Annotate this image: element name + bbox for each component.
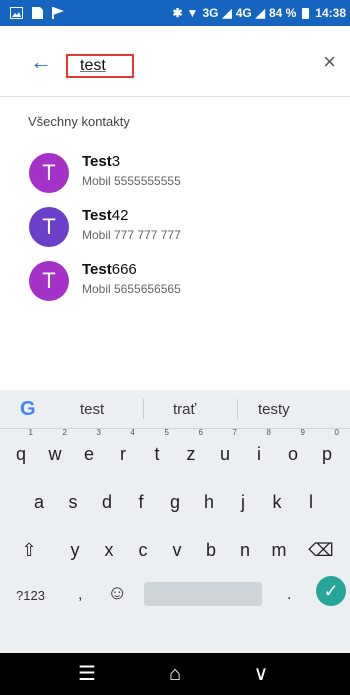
key-k[interactable]: k (262, 478, 292, 526)
contact-phone: Mobil 777 777 777 (82, 228, 181, 242)
close-icon[interactable]: × (323, 49, 336, 75)
suggestion-item[interactable]: trať (173, 401, 196, 418)
navigation-bar: ☰ ⌂ ∨ (0, 653, 350, 695)
contact-item[interactable]: T Test3 Mobil 5555555555 (0, 153, 350, 209)
keyboard-row-3: ⇧ y x c v b n m ⌫ (0, 526, 350, 574)
flag-icon (52, 7, 65, 19)
key-e[interactable]: e3 (74, 428, 104, 478)
home-icon[interactable]: ⌂ (160, 661, 190, 687)
suggestion-item[interactable]: test (80, 401, 104, 418)
clock: 14:38 (315, 6, 346, 20)
key-i[interactable]: i8 (244, 428, 274, 478)
key-n[interactable]: n (230, 526, 260, 574)
network-label: 3G (202, 6, 219, 20)
contact-item[interactable]: T Test42 Mobil 777 777 777 (0, 207, 350, 263)
bluetooth-icon: ✱ (172, 6, 183, 20)
search-bar: ← test × (0, 26, 350, 97)
comma-key[interactable]: , (78, 586, 82, 604)
enter-check-icon[interactable]: ✓ (316, 576, 346, 606)
key-d[interactable]: d (92, 478, 122, 526)
key-m[interactable]: m (264, 526, 294, 574)
image-icon (10, 7, 23, 19)
contact-item[interactable]: T Test666 Mobil 5655656565 (0, 261, 350, 317)
contact-name: Test666 (82, 261, 137, 278)
key-h[interactable]: h (194, 478, 224, 526)
sim-icon (31, 7, 44, 19)
key-v[interactable]: v (162, 526, 192, 574)
key-a[interactable]: a (24, 478, 54, 526)
key-b[interactable]: b (196, 526, 226, 574)
key-w[interactable]: w2 (40, 428, 70, 478)
divider (237, 399, 238, 419)
section-title: Všechny kontakty (28, 114, 130, 129)
key-r[interactable]: r4 (108, 428, 138, 478)
key-o[interactable]: o9 (278, 428, 308, 478)
keyboard-row-2: a s d f g h j k l (0, 478, 350, 526)
key-s[interactable]: s (58, 478, 88, 526)
divider (143, 399, 144, 419)
avatar: T (29, 207, 69, 247)
space-key[interactable] (144, 582, 262, 606)
network-label-2: 4G (235, 6, 252, 20)
google-icon[interactable]: G (20, 398, 42, 420)
key-q[interactable]: q1 (6, 428, 36, 478)
key-u[interactable]: u7 (210, 428, 240, 478)
menu-icon[interactable]: ☰ (72, 661, 102, 687)
key-f[interactable]: f (126, 478, 156, 526)
nav-back-icon[interactable]: ∨ (246, 661, 276, 687)
key-y[interactable]: y (60, 526, 90, 574)
status-bar: ✱ ▼ 3G ◢ 4G ◢ 84 % 14:38 (0, 0, 350, 26)
key-p[interactable]: p0 (312, 428, 342, 478)
contact-name: Test3 (82, 153, 121, 170)
battery-percent: 84 % (268, 6, 297, 20)
back-arrow-icon[interactable]: ← (30, 50, 54, 74)
suggestion-bar: G test trať testy (0, 390, 350, 429)
key-g[interactable]: g (160, 478, 190, 526)
avatar: T (29, 261, 69, 301)
avatar: T (29, 153, 69, 193)
key-t[interactable]: t5 (142, 428, 172, 478)
contact-phone: Mobil 5655656565 (82, 282, 181, 296)
key-x[interactable]: x (94, 526, 124, 574)
key-z[interactable]: z6 (176, 428, 206, 478)
wifi-icon: ▼ (186, 6, 199, 20)
symbols-key[interactable]: ?123 (16, 588, 45, 603)
backspace-icon[interactable]: ⌫ (306, 526, 336, 574)
key-j[interactable]: j (228, 478, 258, 526)
keyboard-row-4: ?123 , ☺ . ✓ (0, 574, 350, 618)
battery-icon (302, 7, 310, 19)
search-input[interactable]: test (80, 57, 106, 75)
suggestion-item[interactable]: testy (258, 401, 290, 418)
signal-icon: ◢ (222, 6, 232, 20)
signal-icon-2: ◢ (255, 6, 265, 20)
key-l[interactable]: l (296, 478, 326, 526)
emoji-icon[interactable]: ☺ (107, 582, 127, 605)
keyboard-row-1: q1 w2 e3 r4 t5 z6 u7 i8 o9 p0 (0, 428, 350, 478)
contact-phone: Mobil 5555555555 (82, 174, 181, 188)
shift-icon[interactable]: ⇧ (14, 526, 44, 574)
key-c[interactable]: c (128, 526, 158, 574)
period-key[interactable]: . (287, 586, 291, 604)
contact-name: Test42 (82, 207, 129, 224)
keyboard: G test trať testy q1 w2 e3 r4 t5 z6 u7 i… (0, 390, 350, 653)
